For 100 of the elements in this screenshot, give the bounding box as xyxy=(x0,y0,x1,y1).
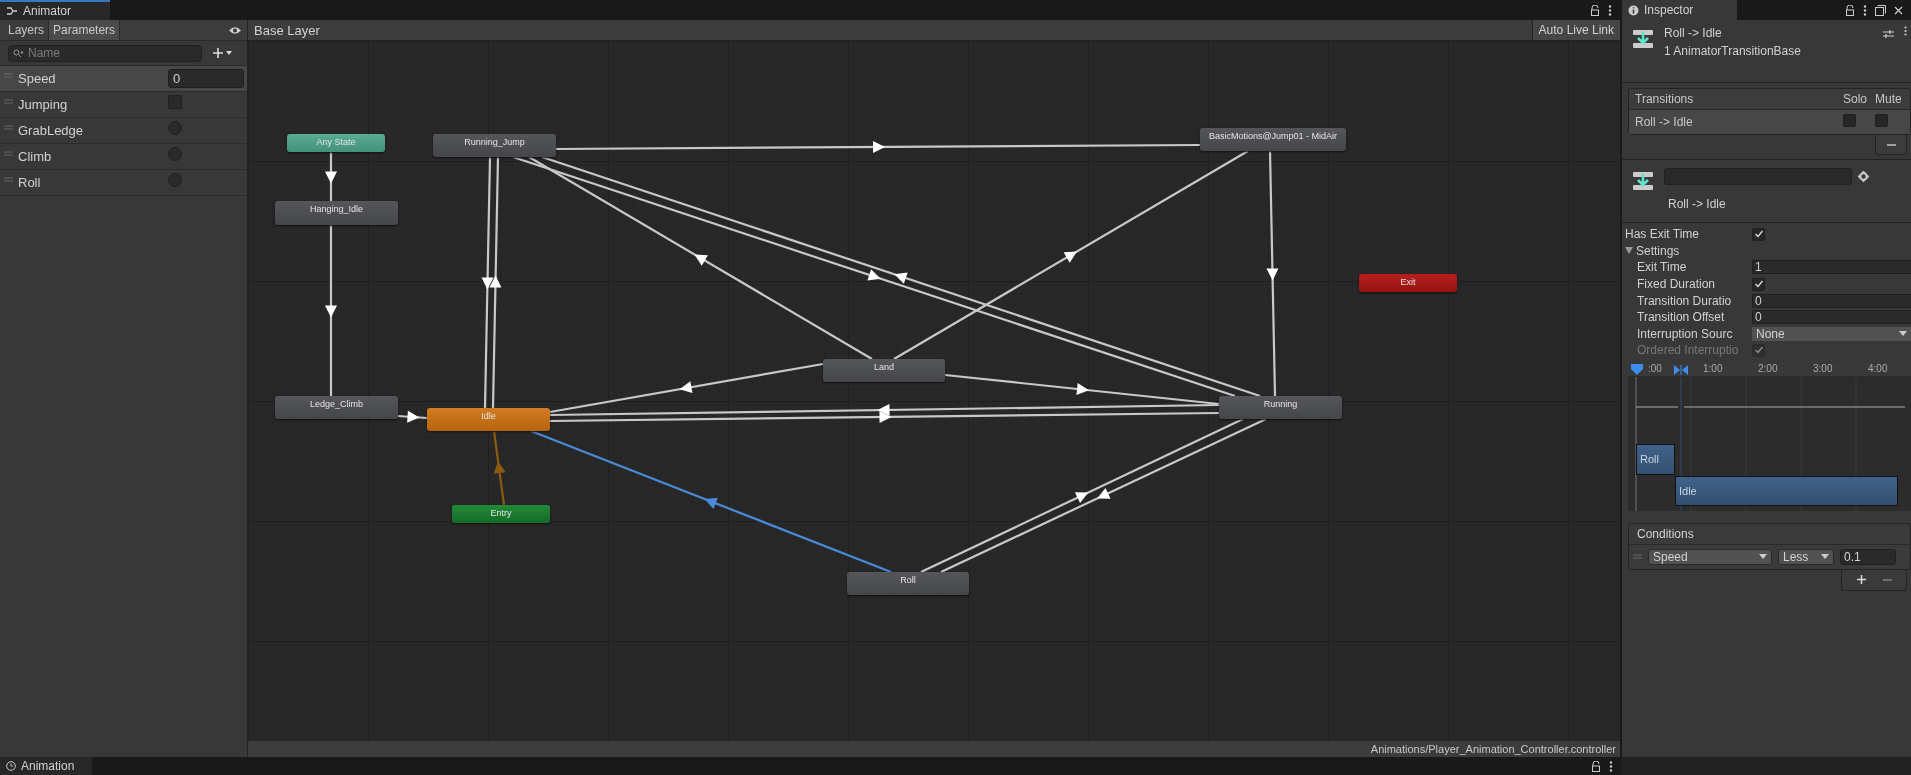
column-header: Transitions xyxy=(1635,92,1695,106)
state-node[interactable]: Running_Jump xyxy=(433,134,556,157)
minus-icon xyxy=(1882,578,1892,581)
more-options-icon[interactable] xyxy=(1608,4,1612,16)
caret-icon xyxy=(1759,554,1767,560)
settings-icon[interactable] xyxy=(1858,171,1869,182)
inspector-subtitle: 1 AnimatorTransitionBase xyxy=(1664,44,1802,58)
transition-icon xyxy=(1632,29,1654,49)
animator-tab[interactable]: Animator xyxy=(0,0,110,20)
transition-arrow[interactable] xyxy=(549,362,824,414)
checkbox[interactable] xyxy=(1752,277,1765,291)
transition-arrow[interactable] xyxy=(893,150,1249,360)
lock-icon[interactable] xyxy=(1845,4,1855,16)
search-field[interactable]: Name xyxy=(8,44,202,62)
parameter-name: Climb xyxy=(18,149,53,164)
lock-icon[interactable] xyxy=(1590,4,1600,16)
transition-arrow[interactable] xyxy=(397,410,428,423)
asset-path: Animations/Player_Animation_Controller.controller xyxy=(1370,743,1616,755)
field-label: Transition Offset xyxy=(1637,310,1726,325)
more-options-icon[interactable] xyxy=(1904,26,1907,36)
transition-arrow[interactable] xyxy=(944,373,1220,406)
state-machine-icon xyxy=(6,6,18,16)
parameter-row[interactable]: Roll xyxy=(0,170,247,196)
has-exit-time-checkbox[interactable] xyxy=(1752,227,1765,241)
parameter-name: GrabLedge xyxy=(18,123,85,138)
auto-live-link-button[interactable]: Auto Live Link xyxy=(1531,20,1620,40)
playhead-marker[interactable] xyxy=(1631,363,1643,375)
parameter-value-field[interactable]: 0 xyxy=(168,69,244,88)
transition-name: Roll -> Idle xyxy=(1635,115,1694,129)
more-options-icon[interactable] xyxy=(1609,760,1613,772)
lock-icon[interactable] xyxy=(1591,760,1601,772)
parameter-checkbox[interactable] xyxy=(168,95,182,109)
close-icon[interactable] xyxy=(1894,5,1903,15)
time-label: 1:00 xyxy=(1703,362,1723,374)
parameter-name: Roll xyxy=(18,175,42,190)
sliders-icon[interactable] xyxy=(1883,29,1894,39)
conditions-title: Conditions xyxy=(1629,523,1910,545)
eye-icon[interactable] xyxy=(228,26,242,35)
animation-tab[interactable]: Animation xyxy=(0,757,92,775)
transition-arrow[interactable] xyxy=(325,225,337,396)
field-label: Exit Time xyxy=(1637,260,1688,275)
solo-checkbox[interactable] xyxy=(1843,114,1856,127)
state-node[interactable]: Ledge_Climb xyxy=(275,396,398,419)
state-node[interactable]: Hanging_Idle xyxy=(275,201,398,225)
plus-icon xyxy=(1856,575,1866,585)
state-node[interactable]: BasicMotions@Jump01 - MidAir xyxy=(1200,128,1346,151)
parameter-dropdown[interactable]: Speed xyxy=(1648,548,1772,565)
parameter-row[interactable]: GrabLedge xyxy=(0,118,247,144)
transition-row[interactable]: Roll -> Idle xyxy=(1629,110,1910,134)
caret-icon xyxy=(1821,554,1829,560)
transition-name-field[interactable] xyxy=(1664,168,1852,185)
triangle-icon xyxy=(1625,247,1633,255)
transition-icon xyxy=(1632,171,1654,191)
column-header: Solo xyxy=(1843,92,1869,106)
transition-arrow[interactable] xyxy=(528,156,873,360)
field-label: Transition Duratio xyxy=(1637,293,1733,308)
field-label: Has Exit Time xyxy=(1625,227,1700,242)
parameter-row[interactable]: Jumping xyxy=(0,92,247,118)
state-node[interactable]: Running xyxy=(1219,396,1342,419)
exit-node[interactable]: Exit xyxy=(1359,274,1457,292)
clock-icon xyxy=(6,761,16,771)
parameter-name: Speed xyxy=(18,71,57,86)
mode-dropdown[interactable]: Less xyxy=(1778,548,1834,565)
clip-bar[interactable]: Idle xyxy=(1675,475,1898,506)
caret-icon xyxy=(1899,331,1907,337)
transition-arrow[interactable] xyxy=(489,156,502,409)
time-label: 4:00 xyxy=(1868,362,1888,374)
transition-arrow[interactable] xyxy=(1266,150,1279,397)
transition-arrow[interactable] xyxy=(556,141,1200,154)
panel-tab[interactable]: Parameters xyxy=(49,20,121,40)
transition-label: Roll -> Idle xyxy=(1667,197,1727,211)
mute-checkbox[interactable] xyxy=(1875,114,1888,127)
number-field[interactable]: 1 xyxy=(1752,260,1911,275)
search-icon xyxy=(13,48,24,58)
state-node[interactable]: Roll xyxy=(847,572,969,595)
time-label: 2:00 xyxy=(1758,362,1778,374)
field-label: Ordered Interruptio xyxy=(1637,343,1740,358)
threshold-field[interactable]: 0.1 xyxy=(1840,548,1896,565)
parameter-name: Jumping xyxy=(18,97,69,112)
parameter-row[interactable]: Climb xyxy=(0,144,247,170)
more-options-icon[interactable] xyxy=(1863,4,1867,16)
maximize-icon[interactable] xyxy=(1875,4,1886,16)
transition-arrow[interactable] xyxy=(325,152,337,201)
transition-arrow[interactable] xyxy=(550,411,1219,424)
breadcrumb[interactable]: Base Layer xyxy=(254,22,320,38)
settings-foldout[interactable]: Settings xyxy=(1625,243,1680,258)
inspector-tab[interactable]: Inspector xyxy=(1622,0,1737,20)
entry-node[interactable]: Entry xyxy=(452,505,550,523)
number-field[interactable]: 0 xyxy=(1752,310,1911,325)
transition-arrow[interactable] xyxy=(481,156,494,409)
dropdown[interactable]: None xyxy=(1752,326,1911,341)
remove-transition-button[interactable] xyxy=(1875,135,1907,155)
transition-range-handle[interactable] xyxy=(1674,364,1688,375)
state-node[interactable]: Land xyxy=(823,359,945,382)
number-field[interactable]: 0 xyxy=(1752,293,1911,308)
transition-arrow[interactable] xyxy=(550,403,1219,417)
clip-bar[interactable]: Roll xyxy=(1636,443,1675,475)
parameter-row[interactable]: Speed 0 xyxy=(0,66,247,92)
add-parameter-button[interactable] xyxy=(210,47,234,59)
field-label: Interruption Sourc xyxy=(1637,326,1734,341)
